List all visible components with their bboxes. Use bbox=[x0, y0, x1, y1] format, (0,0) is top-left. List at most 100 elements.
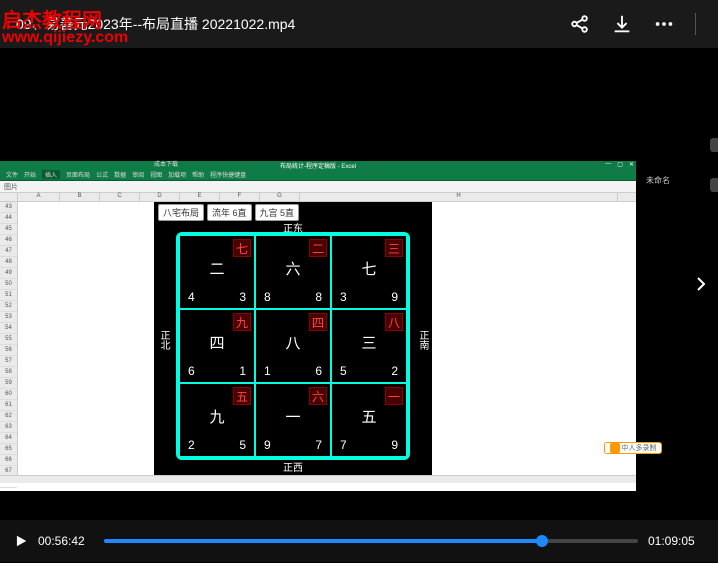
row-header[interactable]: 63 bbox=[0, 422, 17, 433]
quick-access-label: 成本下载 bbox=[154, 159, 178, 168]
palace-cell-3: 三七39 bbox=[331, 235, 407, 309]
cell-bottom-left: 1 bbox=[264, 364, 271, 378]
minimize-icon[interactable]: — bbox=[605, 161, 611, 168]
ribbon-pictures[interactable]: 图片 bbox=[4, 182, 18, 192]
menu-custom[interactable]: 程序快捷键盘 bbox=[210, 170, 246, 179]
row-header[interactable]: 43 bbox=[0, 202, 17, 213]
cell-bottom-left: 4 bbox=[188, 290, 195, 304]
more-icon[interactable] bbox=[653, 13, 675, 35]
share-icon[interactable] bbox=[569, 13, 591, 35]
col-header[interactable]: G bbox=[260, 193, 300, 201]
site-watermark: 启杰教程网 www.qijiezy.com bbox=[2, 4, 128, 47]
row-headers: 4344454647484950515253545556575859606162… bbox=[0, 202, 18, 475]
cell-bottom-right: 2 bbox=[391, 364, 398, 378]
col-header[interactable]: B bbox=[60, 193, 100, 201]
menu-help[interactable]: 帮助 bbox=[192, 170, 204, 179]
cell-bottom-right: 8 bbox=[315, 290, 322, 304]
row-header[interactable]: 62 bbox=[0, 411, 17, 422]
watermark-url: www.qijiezy.com bbox=[2, 29, 128, 47]
row-header[interactable]: 44 bbox=[0, 213, 17, 224]
cell-bottom-left: 2 bbox=[188, 438, 195, 452]
side-label: 未命名 bbox=[646, 175, 670, 186]
row-header[interactable]: 55 bbox=[0, 334, 17, 345]
row-header[interactable]: 52 bbox=[0, 301, 17, 312]
col-header[interactable]: F bbox=[220, 193, 260, 201]
cell-big: 四 bbox=[209, 332, 224, 353]
excel-window: 成本下载 布局统计-程序定稿版 - Excel — ▢ ✕ 文件 开始 插入 页… bbox=[0, 161, 636, 491]
menu-formula[interactable]: 公式 bbox=[96, 170, 108, 179]
menu-layout[interactable]: 页面布局 bbox=[66, 170, 90, 179]
cell-bottom-right: 9 bbox=[391, 290, 398, 304]
side-tab-2[interactable] bbox=[710, 178, 718, 192]
fengshui-panel: 八宅布局 流年 6直 九宫 5直 正东 正西 正北 正南 七二43二六88三七3… bbox=[154, 202, 432, 478]
cell-big: 八 bbox=[285, 332, 300, 353]
cell-bottom-left: 5 bbox=[340, 364, 347, 378]
menu-file[interactable]: 文件 bbox=[6, 170, 18, 179]
row-header[interactable]: 57 bbox=[0, 356, 17, 367]
cell-red: 四 bbox=[309, 313, 327, 331]
col-header[interactable]: A bbox=[18, 193, 60, 201]
excel-grid: ABCDEFGH 4344454647484950515253545556575… bbox=[0, 193, 636, 483]
col-header[interactable] bbox=[0, 193, 18, 201]
cell-bottom-right: 1 bbox=[239, 364, 246, 378]
row-header[interactable]: 50 bbox=[0, 279, 17, 290]
btn-liunian[interactable]: 流年 6直 bbox=[207, 204, 252, 221]
row-header[interactable]: 48 bbox=[0, 257, 17, 268]
palace-cell-7: 五九25 bbox=[179, 383, 255, 457]
row-header[interactable]: 46 bbox=[0, 235, 17, 246]
play-button[interactable] bbox=[14, 534, 28, 548]
cell-big: 五 bbox=[361, 406, 376, 427]
palace-cell-1: 七二43 bbox=[179, 235, 255, 309]
cell-red: 五 bbox=[233, 387, 251, 405]
row-header[interactable]: 54 bbox=[0, 323, 17, 334]
cell-big: 三 bbox=[361, 332, 376, 353]
row-header[interactable]: 56 bbox=[0, 345, 17, 356]
menu-insert[interactable]: 插入 bbox=[42, 170, 60, 179]
excel-titlebar: 成本下载 布局统计-程序定稿版 - Excel — ▢ ✕ bbox=[0, 161, 636, 169]
menu-view[interactable]: 视图 bbox=[150, 170, 162, 179]
time-current: 00:56:42 bbox=[38, 534, 94, 548]
cell-red: 七 bbox=[233, 239, 251, 257]
row-header[interactable]: 53 bbox=[0, 312, 17, 323]
menu-home[interactable]: 开始 bbox=[24, 170, 36, 179]
progress-fill bbox=[104, 539, 542, 543]
side-tab-1[interactable] bbox=[710, 138, 718, 152]
row-header[interactable]: 49 bbox=[0, 268, 17, 279]
row-header[interactable]: 59 bbox=[0, 378, 17, 389]
palace-cell-2: 二六88 bbox=[255, 235, 331, 309]
row-header[interactable]: 51 bbox=[0, 290, 17, 301]
maximize-icon[interactable]: ▢ bbox=[617, 161, 623, 168]
menu-review[interactable]: 审阅 bbox=[132, 170, 144, 179]
row-header[interactable]: 58 bbox=[0, 367, 17, 378]
dir-south: 正西 bbox=[283, 459, 303, 474]
cell-big: 七 bbox=[361, 258, 376, 279]
next-arrow[interactable] bbox=[688, 258, 714, 310]
row-header[interactable]: 64 bbox=[0, 433, 17, 444]
menu-data[interactable]: 数据 bbox=[114, 170, 126, 179]
cell-big: 九 bbox=[209, 406, 224, 427]
col-header[interactable]: E bbox=[180, 193, 220, 201]
download-icon[interactable] bbox=[611, 13, 633, 35]
col-header[interactable]: C bbox=[100, 193, 140, 201]
cell-bottom-right: 9 bbox=[391, 438, 398, 452]
btn-bazhai[interactable]: 八宅布局 bbox=[158, 204, 204, 221]
row-header[interactable]: 66 bbox=[0, 455, 17, 466]
close-icon[interactable]: ✕ bbox=[629, 161, 634, 168]
row-header[interactable]: 45 bbox=[0, 224, 17, 235]
menu-addin[interactable]: 加载项 bbox=[168, 170, 186, 179]
cell-red: 二 bbox=[309, 239, 327, 257]
col-header[interactable]: H bbox=[300, 193, 618, 201]
time-total: 01:09:05 bbox=[648, 534, 704, 548]
row-header[interactable]: 65 bbox=[0, 444, 17, 455]
row-header[interactable]: 61 bbox=[0, 400, 17, 411]
player-controls: 00:56:42 01:09:05 bbox=[0, 520, 718, 562]
progress-knob[interactable] bbox=[536, 535, 548, 547]
row-header[interactable]: 47 bbox=[0, 246, 17, 257]
progress-bar[interactable] bbox=[104, 539, 638, 543]
row-header[interactable]: 60 bbox=[0, 389, 17, 400]
excel-ribbon-tabs: 文件 开始 插入 页面布局 公式 数据 审阅 视图 加载项 帮助 程序快捷键盘 bbox=[0, 169, 636, 181]
col-header[interactable]: D bbox=[140, 193, 180, 201]
palace-cell-5: 四八16 bbox=[255, 309, 331, 383]
btn-jiugong[interactable]: 九宫 5直 bbox=[255, 204, 300, 221]
sheet-canvas[interactable]: 八宅布局 流年 6直 九宫 5直 正东 正西 正北 正南 七二43二六88三七3… bbox=[18, 202, 636, 475]
